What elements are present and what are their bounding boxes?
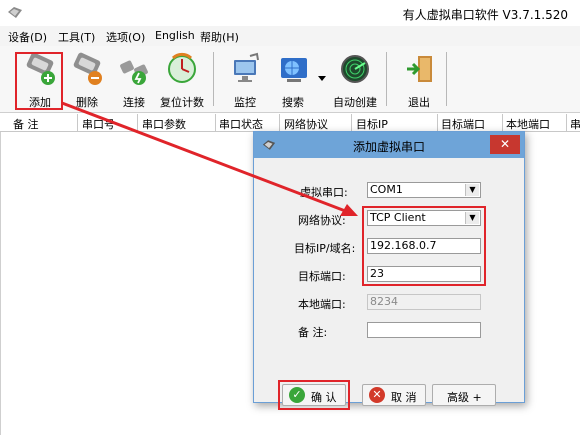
annotation-arrow — [61, 101, 358, 216]
